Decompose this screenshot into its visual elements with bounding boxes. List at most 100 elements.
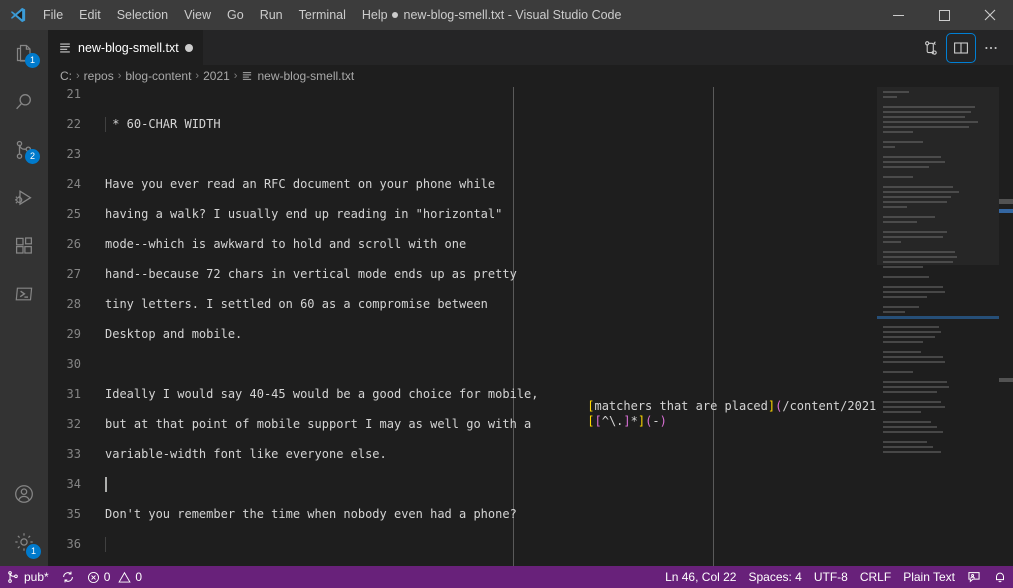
minimap-line: [883, 311, 905, 313]
editor-line[interactable]: 28 tiny letters. I settled on 60 as a com…: [48, 297, 1013, 312]
editor-line[interactable]: 21: [48, 87, 1013, 102]
status-bar-right: Ln 46, Col 22 Spaces: 4 UTF-8 CRLF Plain…: [659, 566, 1013, 588]
editor-line[interactable]: 34: [48, 477, 1013, 492]
status-error-count: 0: [103, 570, 111, 584]
text-cursor: [105, 477, 107, 492]
status-editor-indentation[interactable]: Spaces: 4: [742, 566, 807, 588]
line-number: 27: [66, 267, 81, 281]
editor-scrollbar[interactable]: [999, 87, 1013, 566]
activitybar-item-source-control[interactable]: 2: [0, 126, 48, 174]
line-number: 33: [66, 447, 81, 461]
status-bar: pub* 0 0 Ln 46, Col 22 Spaces: 4 UTF-8 C…: [0, 566, 1013, 588]
minimap-line: [883, 446, 933, 448]
status-branch[interactable]: pub*: [0, 566, 55, 588]
line-number: 28: [66, 297, 81, 311]
status-editor-language[interactable]: Plain Text: [897, 566, 961, 588]
workbench-body: 1 2 1 new-blog-smell.txt C: › repos › bl…: [0, 30, 1013, 566]
editor-line[interactable]: 25 having a walk? I usually end up readin…: [48, 207, 1013, 222]
menu-view[interactable]: View: [176, 4, 219, 26]
line-number: 26: [66, 237, 81, 251]
more-actions-button[interactable]: [977, 34, 1005, 62]
minimap-line: [883, 391, 937, 393]
error-icon: [87, 571, 100, 584]
status-branch-label: pub*: [24, 570, 49, 584]
status-bar-left: pub* 0 0: [0, 566, 148, 588]
activitybar-item-accounts[interactable]: [0, 470, 48, 518]
activity-bar-top-group: 1 2: [0, 30, 48, 318]
text-file-icon: [58, 41, 72, 55]
status-editor-eol[interactable]: CRLF: [854, 566, 897, 588]
status-editor-encoding[interactable]: UTF-8: [808, 566, 854, 588]
minimap-slider[interactable]: [877, 87, 999, 265]
tab-new-blog-smell-txt[interactable]: new-blog-smell.txt: [48, 30, 204, 65]
menu-selection[interactable]: Selection: [109, 4, 176, 26]
status-editor-position[interactable]: Ln 46, Col 22: [659, 566, 742, 588]
breadcrumb-item-repos[interactable]: repos: [84, 69, 114, 83]
editor-line[interactable]: 22 * 60-CHAR WIDTH: [48, 117, 1013, 132]
breadcrumb-item-2021[interactable]: 2021: [203, 69, 230, 83]
minimap-line: [883, 296, 927, 298]
powershell-icon: [12, 282, 36, 306]
account-icon: [12, 482, 36, 506]
activitybar-item-run-and-debug[interactable]: [0, 174, 48, 222]
activitybar-item-extensions[interactable]: [0, 222, 48, 270]
open-changes-button[interactable]: [917, 34, 945, 62]
minimap-line: [883, 426, 937, 428]
editor-group: new-blog-smell.txt C: › repos › blog-con…: [48, 30, 1013, 566]
line-text: [93, 357, 1013, 372]
tab-label: new-blog-smell.txt: [78, 40, 179, 55]
minimap[interactable]: [877, 87, 999, 566]
split-editor-button[interactable]: [946, 32, 976, 63]
activitybar-item-search[interactable]: [0, 78, 48, 126]
editor-line[interactable]: 36: [48, 537, 1013, 552]
line-number: 32: [66, 417, 81, 431]
minimap-line: [883, 336, 935, 338]
status-notifications[interactable]: [987, 566, 1013, 588]
editor-line[interactable]: 35 Don't you remember the time when nobod…: [48, 507, 1013, 522]
editor-line[interactable]: 26 mode--which is awkward to hold and scr…: [48, 237, 1013, 252]
menu-go[interactable]: Go: [219, 4, 252, 26]
close-button[interactable]: [967, 0, 1013, 30]
line-text: variable-width font like everyone else.: [105, 447, 387, 461]
vscode-window: File Edit Selection View Go Run Terminal…: [0, 0, 1013, 588]
menu-edit[interactable]: Edit: [71, 4, 109, 26]
menu-bar: File Edit Selection View Go Run Terminal…: [35, 0, 396, 30]
menu-terminal[interactable]: Terminal: [291, 4, 354, 26]
editor-line[interactable]: 30: [48, 357, 1013, 372]
line-text: [93, 477, 1013, 492]
breadcrumb-item-file[interactable]: new-blog-smell.txt: [241, 69, 354, 83]
breadcrumb-item-blog-content[interactable]: blog-content: [125, 69, 191, 83]
status-sync[interactable]: [55, 566, 81, 588]
minimap-line: [883, 386, 949, 388]
activity-bar: 1 2 1: [0, 30, 48, 566]
text-file-icon: [241, 70, 253, 82]
vscode-logo-icon: [0, 0, 35, 30]
maximize-button[interactable]: [921, 0, 967, 30]
status-problems[interactable]: 0 0: [81, 566, 148, 588]
activitybar-item-settings[interactable]: 1: [0, 518, 48, 566]
run-debug-icon: [12, 186, 36, 210]
editor-lines: 21 22 * 60-CHAR WIDTH 23 24 Have you ever re…: [48, 87, 1013, 566]
activitybar-item-terminal[interactable]: [0, 270, 48, 318]
text-editor[interactable]: 21 22 * 60-CHAR WIDTH 23 24 Have you ever re…: [48, 87, 1013, 566]
minimap-line: [883, 431, 943, 433]
menu-run[interactable]: Run: [252, 4, 291, 26]
editor-line[interactable]: 33 variable-width font like everyone else…: [48, 447, 1013, 462]
status-feedback[interactable]: [961, 566, 987, 588]
activitybar-item-explorer[interactable]: 1: [0, 30, 48, 78]
line-number: 29: [66, 327, 81, 341]
menu-help[interactable]: Help: [354, 4, 396, 26]
editor-line[interactable]: 24 Have you ever read an RFC document on …: [48, 177, 1013, 192]
editor-line[interactable]: 29 Desktop and mobile.: [48, 327, 1013, 342]
breadcrumb-item-drive[interactable]: C:: [60, 69, 72, 83]
source-control-badge: 2: [25, 149, 40, 164]
editor-line[interactable]: 27 hand--because 72 chars in vertical mod…: [48, 267, 1013, 282]
editor-line[interactable]: 23: [48, 147, 1013, 162]
minimap-line: [883, 276, 929, 278]
title-bar: File Edit Selection View Go Run Terminal…: [0, 0, 1013, 30]
warning-icon: [118, 571, 132, 584]
menu-file[interactable]: File: [35, 4, 71, 26]
tab-dirty-indicator-icon[interactable]: [184, 43, 193, 52]
line-number: 34: [66, 477, 81, 491]
minimize-button[interactable]: [875, 0, 921, 30]
